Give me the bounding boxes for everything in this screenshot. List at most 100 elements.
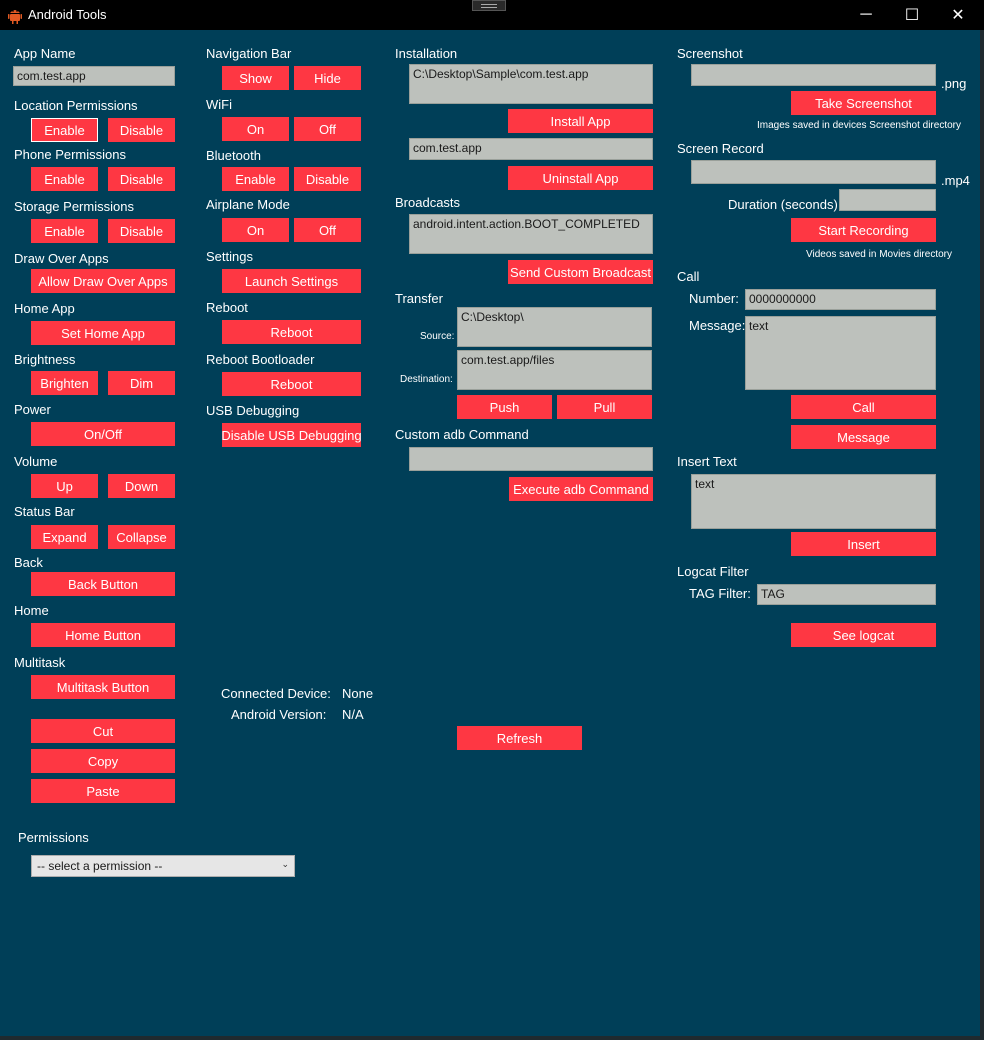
reboot-button[interactable]: Reboot bbox=[222, 320, 361, 344]
expand-button[interactable]: Expand bbox=[31, 525, 98, 549]
see-logcat-button[interactable]: See logcat bbox=[791, 623, 936, 647]
home-app-label: Home App bbox=[14, 301, 75, 316]
android-version-value: N/A bbox=[342, 707, 364, 722]
reboot-bootloader-button[interactable]: Reboot bbox=[222, 372, 361, 396]
refresh-button[interactable]: Refresh bbox=[457, 726, 582, 750]
maximize-icon[interactable]: ☐ bbox=[889, 0, 935, 30]
volume-down-button[interactable]: Down bbox=[108, 474, 175, 498]
mp4-extension-label: .mp4 bbox=[941, 173, 970, 188]
destination-label: Destination: bbox=[400, 374, 453, 385]
title-bar: Android Tools ─ ☐ ✕ bbox=[0, 0, 984, 30]
broadcast-input[interactable]: android.intent.action.BOOT_COMPLETED bbox=[409, 214, 653, 254]
usb-debugging-label: USB Debugging bbox=[206, 403, 300, 418]
nav-show-button[interactable]: Show bbox=[222, 66, 289, 90]
location-disable-button[interactable]: Disable bbox=[108, 118, 175, 142]
status-bar-label: Status Bar bbox=[14, 504, 75, 519]
screen-record-filename-input[interactable] bbox=[691, 160, 936, 184]
insert-text-label: Insert Text bbox=[677, 454, 737, 469]
phone-disable-button[interactable]: Disable bbox=[108, 167, 175, 191]
dim-button[interactable]: Dim bbox=[108, 371, 175, 395]
phone-number-input[interactable]: 0000000000 bbox=[745, 289, 936, 310]
window-title: Android Tools bbox=[28, 7, 107, 22]
source-input[interactable]: C:\Desktop\ bbox=[457, 307, 652, 347]
volume-up-button[interactable]: Up bbox=[31, 474, 98, 498]
message-button[interactable]: Message bbox=[791, 425, 936, 449]
custom-adb-command-label: Custom adb Command bbox=[395, 427, 529, 442]
draw-over-apps-label: Draw Over Apps bbox=[14, 251, 109, 266]
reboot-label: Reboot bbox=[206, 300, 248, 315]
wifi-off-button[interactable]: Off bbox=[294, 117, 361, 141]
destination-input[interactable]: com.test.app/files bbox=[457, 350, 652, 390]
push-button[interactable]: Push bbox=[457, 395, 552, 419]
message-input[interactable]: text bbox=[745, 316, 936, 390]
disable-usb-debugging-button[interactable]: Disable USB Debugging bbox=[221, 423, 362, 447]
android-icon bbox=[8, 10, 22, 24]
drag-handle-icon[interactable] bbox=[472, 0, 506, 11]
screenshot-label: Screenshot bbox=[677, 46, 743, 61]
paste-button[interactable]: Paste bbox=[31, 779, 175, 803]
duration-label: Duration (seconds): bbox=[728, 197, 842, 212]
screen-record-label: Screen Record bbox=[677, 141, 764, 156]
tag-filter-label: TAG Filter: bbox=[689, 586, 751, 601]
insert-text-input[interactable]: text bbox=[691, 474, 936, 529]
bluetooth-disable-button[interactable]: Disable bbox=[294, 167, 361, 191]
wifi-label: WiFi bbox=[206, 97, 232, 112]
nav-hide-button[interactable]: Hide bbox=[294, 66, 361, 90]
wifi-on-button[interactable]: On bbox=[222, 117, 289, 141]
install-app-button[interactable]: Install App bbox=[508, 109, 653, 133]
connected-device-label: Connected Device: bbox=[221, 686, 331, 701]
tag-filter-input[interactable]: TAG bbox=[757, 584, 936, 605]
close-icon[interactable]: ✕ bbox=[935, 0, 981, 30]
copy-button[interactable]: Copy bbox=[31, 749, 175, 773]
brightness-label: Brightness bbox=[14, 352, 76, 367]
execute-adb-command-button[interactable]: Execute adb Command bbox=[509, 477, 653, 501]
set-home-app-button[interactable]: Set Home App bbox=[31, 321, 175, 345]
launch-settings-button[interactable]: Launch Settings bbox=[222, 269, 361, 293]
reboot-bootloader-label: Reboot Bootloader bbox=[206, 352, 315, 367]
send-custom-broadcast-button[interactable]: Send Custom Broadcast bbox=[508, 260, 653, 284]
permissions-label: Permissions bbox=[18, 830, 89, 845]
adb-command-input[interactable] bbox=[409, 447, 653, 471]
allow-draw-over-apps-button[interactable]: Allow Draw Over Apps bbox=[31, 269, 175, 293]
back-label: Back bbox=[14, 555, 43, 570]
power-button[interactable]: On/Off bbox=[31, 422, 175, 446]
call-label: Call bbox=[677, 269, 700, 284]
cut-button[interactable]: Cut bbox=[31, 719, 175, 743]
right-edge bbox=[980, 30, 984, 1040]
storage-disable-button[interactable]: Disable bbox=[108, 219, 175, 243]
permissions-select[interactable]: -- select a permission -- ⌄ bbox=[31, 855, 295, 877]
multitask-button[interactable]: Multitask Button bbox=[31, 675, 175, 699]
png-extension-label: .png bbox=[941, 76, 967, 91]
chevron-down-icon: ⌄ bbox=[281, 859, 289, 869]
duration-input[interactable] bbox=[839, 189, 936, 211]
uninstall-package-input[interactable]: com.test.app bbox=[409, 138, 653, 160]
screenshot-filename-input[interactable] bbox=[691, 64, 936, 86]
location-permissions-label: Location Permissions bbox=[14, 98, 138, 113]
permissions-select-value: -- select a permission -- bbox=[37, 859, 163, 873]
connected-device-value: None bbox=[342, 686, 374, 701]
minimize-icon[interactable]: ─ bbox=[843, 0, 889, 30]
app-name-input[interactable]: com.test.app bbox=[13, 66, 175, 86]
bluetooth-label: Bluetooth bbox=[206, 148, 261, 163]
screenshot-note: Images saved in devices Screenshot direc… bbox=[757, 120, 961, 131]
number-label: Number: bbox=[689, 291, 739, 306]
uninstall-app-button[interactable]: Uninstall App bbox=[508, 166, 653, 190]
install-path-input[interactable]: C:\Desktop\Sample\com.test.app bbox=[409, 64, 653, 104]
collapse-button[interactable]: Collapse bbox=[108, 525, 175, 549]
phone-enable-button[interactable]: Enable bbox=[31, 167, 98, 191]
multitask-label: Multitask bbox=[14, 655, 66, 670]
take-screenshot-button[interactable]: Take Screenshot bbox=[791, 91, 936, 115]
airplane-on-button[interactable]: On bbox=[222, 218, 289, 242]
pull-button[interactable]: Pull bbox=[557, 395, 652, 419]
home-button[interactable]: Home Button bbox=[31, 623, 175, 647]
call-button[interactable]: Call bbox=[791, 395, 936, 419]
back-button[interactable]: Back Button bbox=[31, 572, 175, 596]
insert-button[interactable]: Insert bbox=[791, 532, 936, 556]
phone-permissions-label: Phone Permissions bbox=[14, 147, 126, 162]
storage-enable-button[interactable]: Enable bbox=[31, 219, 98, 243]
start-recording-button[interactable]: Start Recording bbox=[791, 218, 936, 242]
location-enable-button[interactable]: Enable bbox=[31, 118, 98, 142]
brighten-button[interactable]: Brighten bbox=[31, 371, 98, 395]
airplane-off-button[interactable]: Off bbox=[294, 218, 361, 242]
bluetooth-enable-button[interactable]: Enable bbox=[222, 167, 289, 191]
